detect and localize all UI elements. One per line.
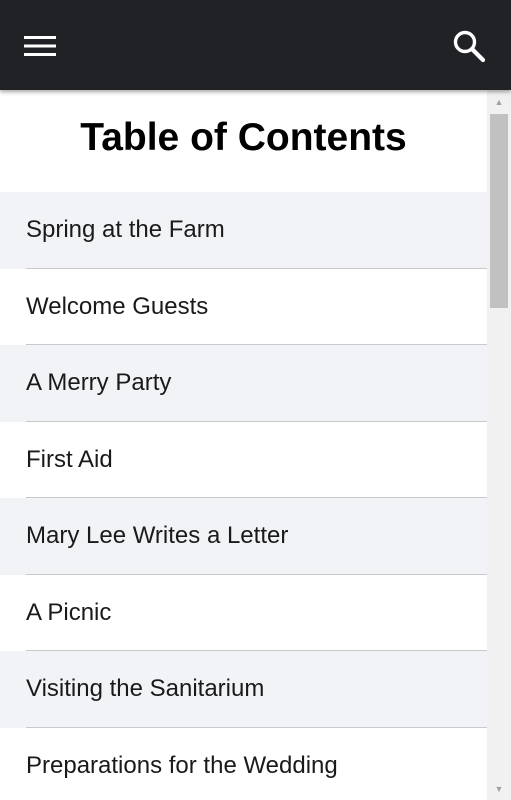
search-button[interactable] [447,24,491,68]
chapter-link[interactable]: Preparations for the Wedding [0,727,487,800]
chapter-link[interactable]: A Picnic [0,574,487,651]
hamburger-menu-icon [24,36,56,56]
scroll-up-arrow-icon[interactable]: ▲ [487,93,511,110]
toc-content: Table of Contents Spring at the Farm Wel… [0,90,487,800]
menu-button[interactable] [18,24,62,68]
scroll-down-arrow-icon[interactable]: ▼ [487,780,511,797]
chapter-link[interactable]: Mary Lee Writes a Letter [0,498,487,575]
app-header [0,0,511,90]
scrollbar-thumb[interactable] [490,114,508,308]
chapter-link[interactable]: Visiting the Sanitarium [0,651,487,728]
chapter-link[interactable]: A Merry Party [0,345,487,422]
chapter-link[interactable]: Welcome Guests [0,268,487,345]
vertical-scrollbar[interactable]: ▲ ▼ [487,90,511,800]
page-title: Table of Contents [80,116,407,159]
search-icon [453,30,486,63]
chapter-link[interactable]: First Aid [0,421,487,498]
chapter-link[interactable]: Spring at the Farm [0,192,487,269]
chapter-list: Spring at the Farm Welcome Guests A Merr… [0,192,487,800]
